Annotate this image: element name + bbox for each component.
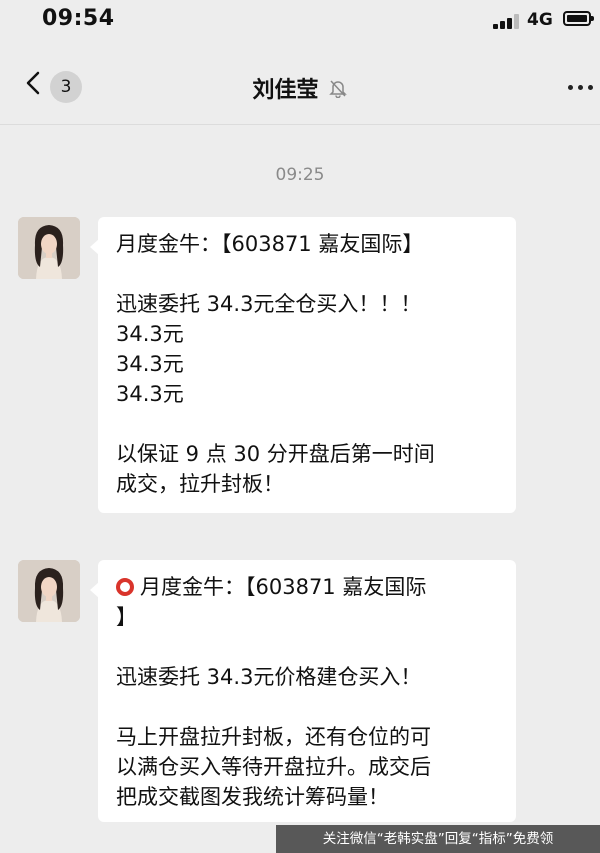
battery-icon	[563, 11, 594, 26]
message-line: 把成交截图发我统计筹码量！	[116, 785, 389, 809]
message-line: 34.3元	[116, 352, 184, 376]
chat-header: 3 刘佳莹	[0, 42, 600, 125]
message-line: 迅速委托 34.3元全仓买入！！！	[116, 292, 422, 316]
network-type: 4G	[527, 10, 553, 30]
status-time: 09:54	[42, 6, 115, 31]
more-options-button[interactable]	[568, 85, 596, 93]
watermark-banner: 关注微信“老韩实盘”回复“指标”免费领	[276, 825, 600, 853]
message-line: 迅速委托 34.3元价格建仓买入！	[116, 665, 422, 689]
avatar-image	[18, 560, 80, 622]
signal-icon	[493, 13, 523, 29]
red-circle-icon	[116, 578, 134, 596]
message-line: 月度金牛：【603871 嘉友国际	[140, 575, 427, 599]
avatar-image	[18, 217, 80, 279]
message-timestamp: 09:25	[275, 165, 325, 185]
mute-bell-icon	[328, 78, 348, 99]
message-line: 34.3元	[116, 382, 184, 406]
message-line	[116, 632, 498, 662]
message-line: 34.3元	[116, 322, 184, 346]
message-bubble[interactable]: 月度金牛：【603871 嘉友国际 】 迅速委托 34.3元价格建仓买入！ 马上…	[90, 560, 516, 822]
message-line: 】	[116, 605, 137, 629]
message-line: 马上开盘拉升封板，还有仓位的可	[116, 725, 431, 749]
message-bubble[interactable]: 月度金牛：【603871 嘉友国际】 迅速委托 34.3元全仓买入！！！ 34.…	[90, 217, 516, 513]
message-line: 以保证 9 点 30 分开盘后第一时间	[116, 442, 435, 466]
sender-avatar[interactable]	[18, 560, 80, 622]
message-line: 成交，拉升封板！	[116, 472, 284, 496]
sender-avatar[interactable]	[18, 217, 80, 279]
message-line	[116, 409, 498, 439]
message-line: 月度金牛：【603871 嘉友国际】	[116, 232, 424, 256]
message-line	[116, 259, 498, 289]
status-bar: 09:54 4G	[0, 0, 600, 42]
chat-title: 刘佳莹	[252, 78, 319, 103]
message-line	[116, 692, 498, 722]
message-line: 以满仓买入等待开盘拉升。成交后	[116, 755, 431, 779]
